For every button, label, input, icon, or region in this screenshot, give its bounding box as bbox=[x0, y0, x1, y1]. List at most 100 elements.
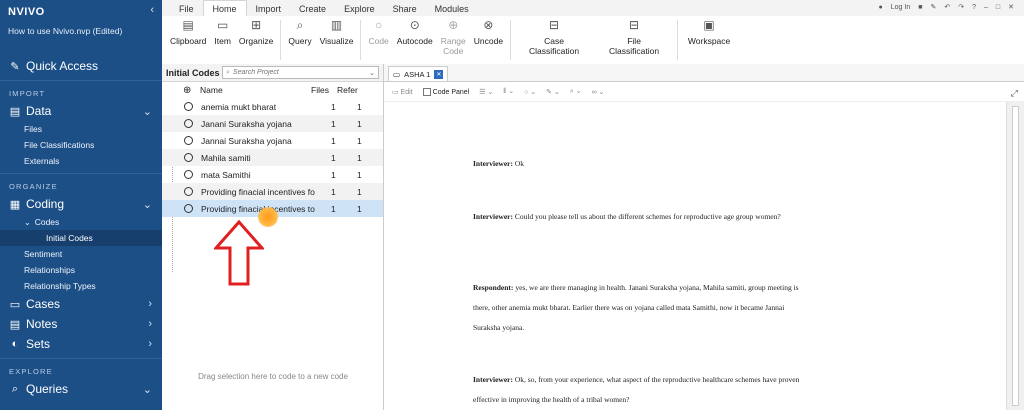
user-icon: ● bbox=[878, 3, 883, 11]
sidebar-item-notes[interactable]: ▤ Notes › bbox=[0, 314, 162, 334]
document-toolbar: ▭ Edit Code Panel ☰ ⌄ ⫴ ⌄ ○ ⌄ ✎ ⌄ ⌕ ⌄ ∞ … bbox=[384, 82, 1024, 102]
sidebar-item-externals[interactable]: Externals bbox=[0, 153, 162, 169]
search-icon: ⌕ bbox=[11, 382, 19, 395]
sidebar-item-relationships[interactable]: Relationships bbox=[0, 262, 162, 278]
sidebar-item-sets[interactable]: ◐ Sets › bbox=[0, 334, 162, 354]
search-icon: ⌕ bbox=[226, 68, 230, 76]
table-row[interactable]: mata Samithi 1 1 bbox=[162, 166, 383, 183]
column-files[interactable]: Files bbox=[311, 85, 337, 95]
arrow-up-icon bbox=[214, 220, 264, 286]
annotations-icon[interactable]: ☰ ⌄ bbox=[479, 88, 493, 96]
search-box[interactable]: ⌕ ⌄ bbox=[222, 66, 379, 79]
code-node-icon bbox=[184, 136, 193, 145]
scrollbar-thumb[interactable] bbox=[1012, 106, 1019, 406]
code-panel-toggle[interactable]: Code Panel bbox=[422, 87, 469, 96]
tab-file[interactable]: File bbox=[170, 2, 203, 16]
tab-home[interactable]: Home bbox=[202, 0, 247, 16]
table-row[interactable]: Mahila samiti 1 1 bbox=[162, 149, 383, 166]
tab-create[interactable]: Create bbox=[290, 2, 335, 16]
tab-modules[interactable]: Modules bbox=[426, 2, 478, 16]
sidebar-item-initial-codes[interactable]: Initial Codes bbox=[0, 230, 162, 246]
sidebar-header: NVIVO How to use Nvivo.nvp (Edited) ‹ bbox=[0, 0, 162, 56]
visualize-button[interactable]: ▥ Visualize bbox=[316, 16, 358, 46]
column-name[interactable]: Name bbox=[180, 85, 311, 95]
document-tab[interactable]: ▭ ASHA 1 ✕ bbox=[388, 66, 449, 81]
code-node-icon bbox=[184, 102, 193, 111]
sidebar-item-files[interactable]: Files bbox=[0, 121, 162, 137]
collapse-sidebar-icon[interactable]: ‹ bbox=[150, 4, 154, 16]
close-icon[interactable]: ✕ bbox=[1008, 3, 1014, 11]
expand-icon[interactable]: ⤢ bbox=[1011, 88, 1018, 99]
close-tab-icon[interactable]: ✕ bbox=[434, 69, 444, 79]
section-organize: ORGANIZE bbox=[9, 181, 58, 191]
pen-icon[interactable]: ✎ ⌄ bbox=[546, 88, 560, 96]
item-button[interactable]: ▭ Item bbox=[210, 16, 235, 46]
sidebar-item-sentiment[interactable]: Sentiment bbox=[0, 246, 162, 262]
title-bar-controls: ● Log In ■ ✎ ↶ ↷ ? – □ ✕ bbox=[878, 3, 1014, 12]
maximize-icon[interactable]: □ bbox=[996, 4, 1000, 11]
chevron-right-icon: › bbox=[148, 338, 152, 350]
login-link[interactable]: Log In bbox=[891, 4, 910, 11]
sidebar-item-quick-access[interactable]: ✎ Quick Access bbox=[0, 56, 162, 76]
divider bbox=[0, 358, 162, 359]
edit-icon[interactable]: ✎ bbox=[930, 3, 936, 11]
clipboard-button[interactable]: ▤ Clipboard bbox=[166, 16, 210, 46]
sidebar-item-data[interactable]: ▤ Data ⌄ bbox=[0, 101, 162, 121]
document-body: Interviewer: Ok Interviewer: Could you p… bbox=[384, 102, 1006, 410]
code-node-icon bbox=[184, 187, 193, 196]
uncode-button[interactable]: ⊗ Uncode bbox=[470, 16, 507, 46]
scrollbar[interactable] bbox=[1006, 102, 1024, 410]
undo-icon[interactable]: ↶ bbox=[944, 3, 950, 11]
sidebar-item-cases[interactable]: ▭ Cases › bbox=[0, 294, 162, 314]
zoom-icon[interactable]: ⌕ ⌄ bbox=[570, 87, 582, 96]
coding-stripes-icon[interactable]: ⫴ ⌄ bbox=[503, 87, 514, 96]
tab-share[interactable]: Share bbox=[384, 2, 426, 16]
add-code-icon[interactable]: ⊕ bbox=[183, 85, 191, 96]
table-row[interactable]: Jannai Suraksha yojana 1 1 bbox=[162, 132, 383, 149]
document-view: ▭ ASHA 1 ✕ ▭ Edit Code Panel ☰ ⌄ ⫴ ⌄ ○ ⌄… bbox=[384, 64, 1024, 410]
query-button[interactable]: ⌕ Query bbox=[284, 16, 315, 46]
table-row[interactable]: anemia mukt bharat 1 1 bbox=[162, 98, 383, 115]
divider bbox=[510, 20, 512, 60]
sidebar-item-coding[interactable]: ▦ Coding ⌄ bbox=[0, 194, 162, 214]
autocode-button[interactable]: ⊙ Autocode bbox=[393, 16, 437, 46]
table-row[interactable]: Providing finacial incentives fo 1 1 bbox=[162, 183, 383, 200]
link-icon[interactable]: ∞ ⌄ bbox=[592, 88, 605, 96]
divider bbox=[677, 20, 679, 60]
sidebar-item-file-classifications[interactable]: File Classifications bbox=[0, 137, 162, 153]
tab-import[interactable]: Import bbox=[247, 2, 291, 16]
highlight-icon[interactable]: ○ ⌄ bbox=[524, 88, 536, 96]
sidebar-item-relationship-types[interactable]: Relationship Types bbox=[0, 278, 162, 294]
organize-button[interactable]: ⊞ Organize bbox=[235, 16, 278, 46]
redo-icon[interactable]: ↷ bbox=[958, 3, 964, 11]
table-row[interactable]: Janani Suraksha yojana 1 1 bbox=[162, 115, 383, 132]
tab-explore[interactable]: Explore bbox=[335, 2, 384, 16]
minimize-icon[interactable]: – bbox=[984, 4, 988, 11]
save-icon[interactable]: ■ bbox=[918, 4, 922, 11]
coding-icon: ▦ bbox=[9, 198, 21, 211]
range-code-button[interactable]: ⊕ Range Code bbox=[437, 16, 470, 56]
code-icon: ○ bbox=[374, 18, 383, 32]
divider bbox=[280, 20, 282, 60]
column-references[interactable]: Refer bbox=[337, 85, 358, 95]
app-logo: NVIVO bbox=[8, 6, 45, 18]
workspace-button[interactable]: ▣ Workspace bbox=[681, 16, 737, 46]
search-input[interactable] bbox=[232, 69, 353, 76]
chevron-right-icon: › bbox=[148, 298, 152, 310]
chevron-down-icon[interactable]: ⌄ bbox=[369, 69, 375, 77]
help-icon[interactable]: ? bbox=[972, 4, 976, 11]
document-tabs: ▭ ASHA 1 ✕ bbox=[384, 64, 1024, 82]
workspace-icon: ▣ bbox=[703, 18, 715, 32]
code-button[interactable]: ○ Code bbox=[364, 16, 392, 46]
case-classification-icon: ⊟ bbox=[549, 18, 560, 32]
code-node-icon bbox=[184, 153, 193, 162]
edit-button[interactable]: ▭ Edit bbox=[392, 88, 413, 96]
sidebar-item-codes[interactable]: ⌄ Codes bbox=[0, 214, 162, 230]
ribbon: File Home Import Create Explore Share Mo… bbox=[162, 0, 1024, 64]
case-classification-button[interactable]: ⊟ Case Classification bbox=[514, 16, 594, 56]
sidebar-item-queries[interactable]: ⌕ Queries ⌄ bbox=[0, 379, 162, 399]
codes-panel-header: Initial Codes ⌕ ⌄ bbox=[162, 64, 383, 82]
chevron-down-icon: ⌄ bbox=[142, 198, 152, 211]
code-node-icon bbox=[184, 204, 193, 213]
file-classification-button[interactable]: ⊟ File Classification bbox=[594, 16, 674, 56]
